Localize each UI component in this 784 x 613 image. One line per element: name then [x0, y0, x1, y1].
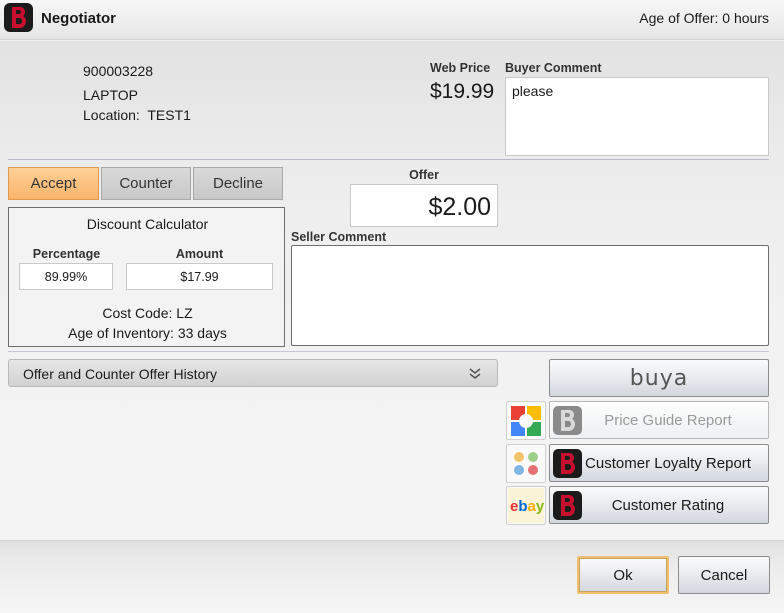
percentage-input[interactable]: 89.99% — [19, 263, 113, 290]
offer-history-label: Offer and Counter Offer History — [23, 366, 218, 382]
price-guide-report-button[interactable]: Price Guide Report — [549, 401, 769, 439]
customer-loyalty-report-button[interactable]: Customer Loyalty Report — [549, 444, 769, 482]
customer-rating-button[interactable]: Customer Rating — [549, 486, 769, 524]
loyalty-dots-icon — [506, 444, 546, 483]
offer-history-expander[interactable]: Offer and Counter Offer History — [8, 359, 498, 387]
buya-button[interactable]: buya — [549, 359, 769, 397]
offer-label: Offer — [409, 168, 439, 182]
offer-input[interactable]: $2.00 — [350, 184, 498, 227]
app-logo-icon — [553, 405, 582, 435]
app-logo-icon — [553, 448, 582, 478]
divider — [8, 159, 769, 160]
buyer-comment-box[interactable]: please — [505, 77, 769, 156]
buyer-comment-label: Buyer Comment — [505, 61, 602, 75]
ok-button[interactable]: Ok — [577, 556, 669, 594]
age-of-offer: Age of Offer: 0 hours — [639, 10, 769, 26]
discount-calculator: Discount Calculator Percentage Amount 89… — [8, 207, 285, 347]
web-price-label: Web Price — [430, 61, 491, 75]
item-location: Location: TEST1 — [83, 107, 191, 123]
app-logo-icon — [553, 490, 582, 520]
item-name: LAPTOP — [83, 87, 138, 103]
svg-text:ebay: ebay — [510, 498, 545, 515]
divider — [8, 351, 769, 352]
percentage-label: Percentage — [32, 247, 101, 261]
age-of-inventory: Age of Inventory: 33 days — [68, 325, 227, 341]
seller-comment-label: Seller Comment — [291, 230, 387, 244]
cancel-button[interactable]: Cancel — [678, 556, 770, 594]
tab-accept[interactable]: Accept — [8, 167, 99, 200]
window-title: Negotiator — [41, 10, 116, 27]
calculator-title: Discount Calculator — [86, 216, 209, 232]
seller-comment-input[interactable] — [291, 245, 769, 346]
customer-loyalty-report-label: Customer Loyalty Report — [585, 454, 751, 472]
ebay-icon: ebay — [506, 486, 546, 525]
double-chevron-down-icon — [469, 368, 481, 379]
cost-code: Cost Code: LZ — [102, 305, 193, 321]
app-logo-icon — [4, 3, 33, 32]
google-shopping-icon — [506, 401, 546, 440]
tab-counter[interactable]: Counter — [101, 167, 191, 200]
price-guide-report-label: Price Guide Report — [604, 411, 732, 429]
buya-logo-text: buya — [629, 365, 689, 391]
item-number: 900003228 — [83, 63, 154, 79]
amount-input[interactable]: $17.99 — [126, 263, 273, 290]
web-price-value: $19.99 — [430, 80, 495, 103]
tab-decline[interactable]: Decline — [193, 167, 283, 200]
amount-label: Amount — [175, 247, 224, 261]
customer-rating-label: Customer Rating — [611, 496, 725, 514]
